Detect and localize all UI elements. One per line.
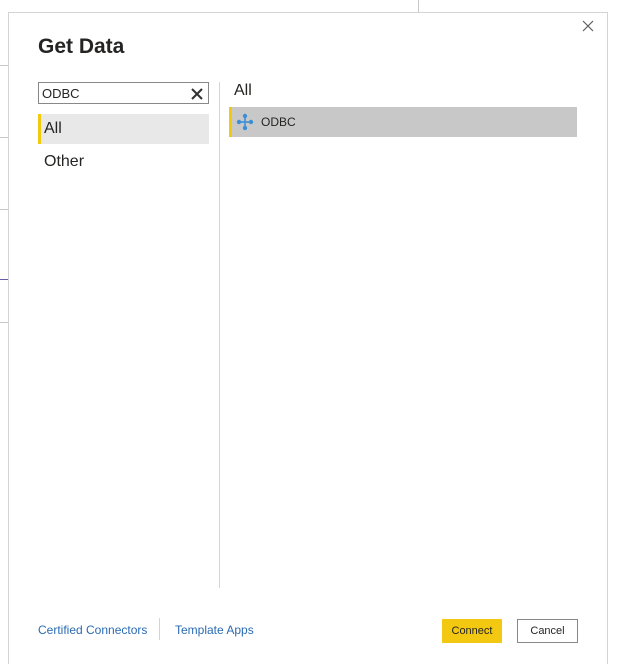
clear-icon: [191, 88, 203, 100]
category-item-other[interactable]: Other: [38, 147, 209, 177]
category-list: All Other: [38, 114, 209, 180]
template-apps-link[interactable]: Template Apps: [175, 623, 254, 637]
get-data-dialog: Get Data All Other All: [8, 12, 608, 664]
connector-item-label: ODBC: [261, 115, 296, 129]
results-section-heading: All: [234, 82, 252, 99]
cancel-button[interactable]: Cancel: [517, 619, 578, 643]
pane-divider: [219, 82, 220, 588]
certified-connectors-link[interactable]: Certified Connectors: [38, 623, 147, 637]
close-icon: [582, 20, 594, 32]
background-tick: [0, 322, 8, 323]
background-accent-line: [0, 279, 8, 280]
search-box: [38, 82, 209, 104]
connector-item-odbc[interactable]: ODBC: [229, 107, 577, 137]
close-button[interactable]: [579, 17, 597, 35]
clear-search-button[interactable]: [190, 86, 204, 100]
background-tick: [0, 209, 8, 210]
background-tick: [0, 65, 8, 66]
odbc-connector-icon: [236, 113, 254, 131]
background-tick: [0, 137, 8, 138]
category-item-all[interactable]: All: [38, 114, 209, 144]
footer-separator: [159, 618, 160, 640]
connector-list: ODBC: [229, 107, 577, 137]
connect-button[interactable]: Connect: [442, 619, 502, 643]
dialog-title: Get Data: [38, 35, 125, 58]
search-input[interactable]: [39, 83, 190, 103]
